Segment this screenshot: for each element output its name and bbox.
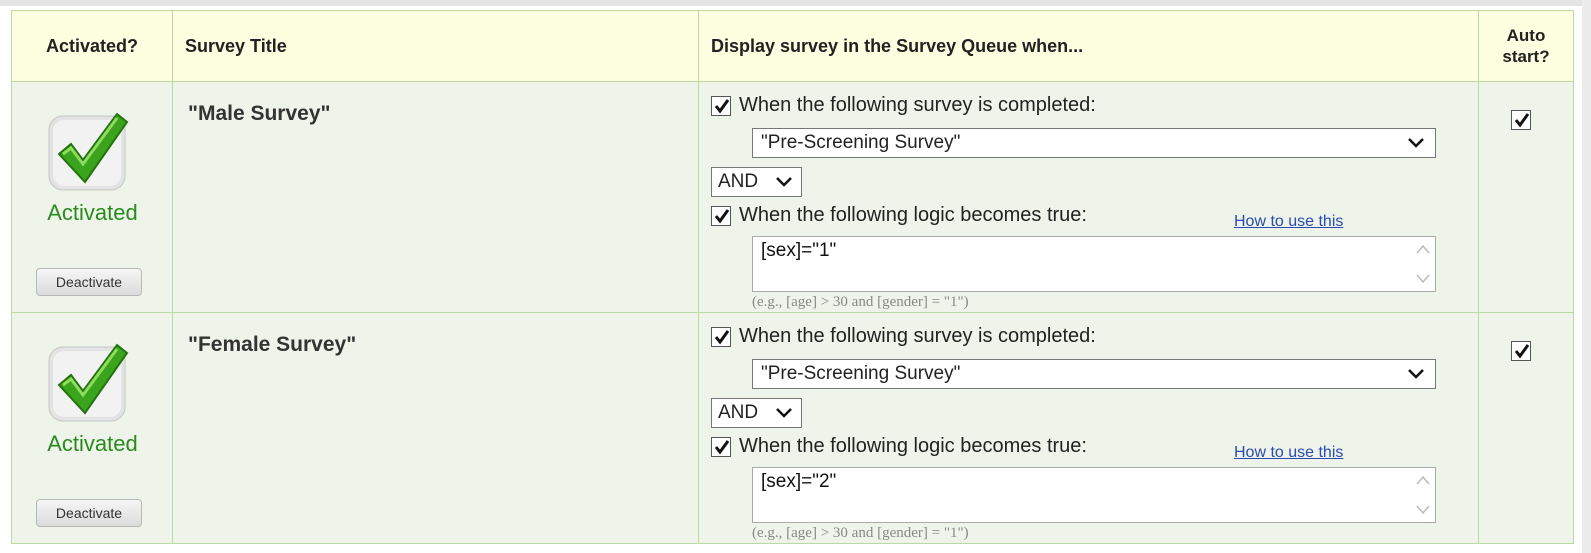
chevron-down-icon — [1408, 369, 1424, 379]
survey-queue-panel: Activated? Survey Title Display survey i… — [0, 0, 1591, 553]
textarea-scrollbar[interactable] — [1411, 237, 1435, 291]
survey-title: "Female Survey" — [188, 333, 357, 356]
survey-select[interactable]: "Pre-Screening Survey" — [752, 128, 1436, 158]
activated-status: Activated — [47, 431, 138, 456]
chevron-down-icon — [1408, 138, 1424, 148]
condition-cell: When the following survey is completed: … — [699, 313, 1478, 543]
logic-textarea[interactable]: [sex]="1" — [752, 236, 1436, 292]
green-checkmark-icon — [48, 112, 129, 191]
logic-checkbox[interactable] — [711, 206, 731, 226]
condition-cell: When the following survey is completed: … — [699, 82, 1478, 312]
green-checkmark-icon — [48, 343, 129, 422]
survey-queue-table: Activated? Survey Title Display survey i… — [11, 10, 1574, 544]
chevron-down-icon — [776, 408, 792, 418]
survey-completed-label: When the following survey is completed: — [739, 94, 1096, 116]
table-header-row: Activated? Survey Title Display survey i… — [11, 10, 1574, 82]
logic-checkbox[interactable] — [711, 437, 731, 457]
logic-label: When the following logic becomes true: — [739, 435, 1087, 457]
operator-select[interactable]: AND — [711, 398, 802, 428]
survey-completed-checkbox[interactable] — [711, 327, 731, 347]
top-border — [0, 0, 1591, 6]
deactivate-button[interactable]: Deactivate — [36, 268, 142, 296]
operator-select[interactable]: AND — [711, 167, 802, 197]
header-auto-start: Auto start? — [1478, 10, 1574, 82]
header-activated: Activated? — [11, 10, 173, 82]
header-display-condition: Display survey in the Survey Queue when.… — [698, 10, 1479, 82]
textarea-scrollbar[interactable] — [1411, 468, 1435, 522]
auto-start-checkbox[interactable] — [1511, 110, 1531, 130]
logic-hint: (e.g., [age] > 30 and [gender] = "1") — [752, 525, 969, 541]
deactivate-button[interactable]: Deactivate — [36, 499, 142, 527]
how-to-use-link[interactable]: How to use this — [1234, 213, 1343, 231]
activated-cell: Activated Deactivate — [12, 82, 172, 312]
header-survey-title: Survey Title — [172, 10, 699, 82]
table-row: Activated Deactivate "Female Survey" Whe… — [11, 312, 1574, 544]
activated-cell: Activated Deactivate — [12, 313, 172, 543]
survey-title: "Male Survey" — [188, 102, 331, 125]
auto-start-checkbox[interactable] — [1511, 341, 1531, 361]
right-scroll-edge — [1582, 0, 1591, 553]
activated-status: Activated — [47, 200, 138, 225]
survey-completed-checkbox[interactable] — [711, 96, 731, 116]
logic-label: When the following logic becomes true: — [739, 204, 1087, 226]
table-row: Activated Deactivate "Male Survey" When … — [11, 81, 1574, 313]
survey-select[interactable]: "Pre-Screening Survey" — [752, 359, 1436, 389]
logic-hint: (e.g., [age] > 30 and [gender] = "1") — [752, 294, 969, 310]
chevron-down-icon — [776, 177, 792, 187]
survey-completed-label: When the following survey is completed: — [739, 325, 1096, 347]
how-to-use-link[interactable]: How to use this — [1234, 444, 1343, 462]
logic-textarea[interactable]: [sex]="2" — [752, 467, 1436, 523]
